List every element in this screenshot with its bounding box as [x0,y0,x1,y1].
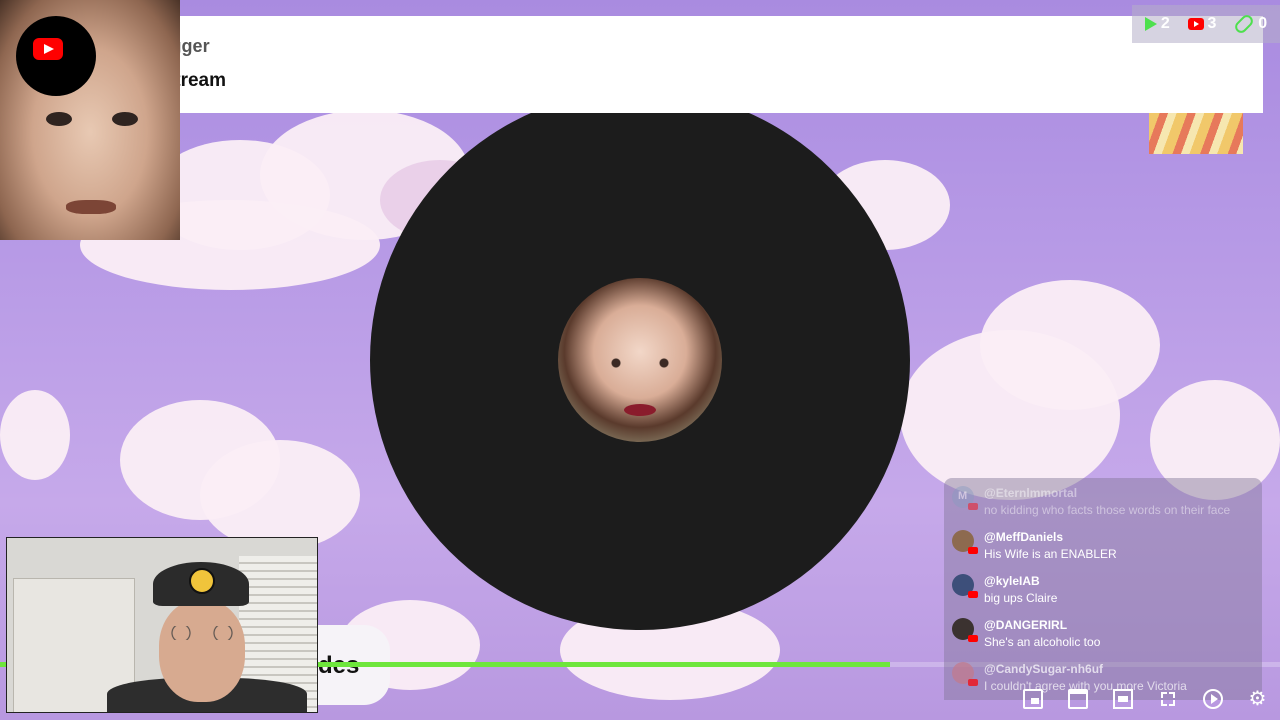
youtube-icon [33,38,63,60]
chat-text: no kidding who facts those words on thei… [984,503,1231,517]
chat-username: @kyleIAB [984,574,1040,588]
link-counter: 0 [1232,12,1268,36]
youtube-counter: 3 [1187,15,1217,33]
chat-alert-banner: @DrJogger good stream [16,16,1263,113]
player-controls: ⚙ [1010,684,1280,714]
avatar [952,574,978,598]
play-icon [1144,17,1157,31]
chat-text: His Wife is an ENABLER [984,547,1117,561]
chat-username: @CandySugar-nh6uf [984,662,1104,676]
webcam-bottom-left [6,537,318,713]
avatar [952,530,978,554]
chat-message: M @Eternlmmortal no kidding who facts th… [944,478,1262,522]
sticker-image [1149,113,1243,154]
youtube-icon [1187,18,1204,30]
viewer-counter: 2 [1144,15,1170,33]
avatar-initial: M [958,490,968,502]
chat-username: @Eternlmmortal [984,486,1078,500]
miniplayer-icon[interactable] [1022,689,1043,709]
theater-mode-icon[interactable] [1112,689,1133,709]
chat-text: big ups Claire [984,591,1058,605]
chat-message: @MeffDaniels His Wife is an ENABLER [944,522,1262,566]
chat-message: @DANGERIRL She's an alcoholic too [944,610,1262,654]
chat-username: @DANGERIRL [984,618,1068,632]
clip-icon[interactable] [1067,689,1088,709]
vinyl-center-avatar [558,278,722,442]
play-count: 2 [1160,15,1170,32]
fullscreen-icon[interactable] [1158,689,1178,709]
chat-username: @MeffDaniels [984,530,1064,544]
youtube-count: 3 [1207,15,1217,32]
autoplay-icon[interactable] [1202,689,1223,709]
avatar: M [952,486,978,510]
link-icon [1232,12,1256,36]
avatar [952,662,978,686]
avatar [952,618,978,642]
chat-message: @kyleIAB big ups Claire [944,566,1262,610]
link-count: 0 [1258,15,1268,32]
live-chat-overlay: M @Eternlmmortal no kidding who facts th… [944,478,1262,700]
chat-text: She's an alcoholic too [984,635,1101,649]
platform-counters: 2 3 0 [1132,5,1280,43]
settings-gear-icon[interactable]: ⚙ [1248,689,1268,709]
